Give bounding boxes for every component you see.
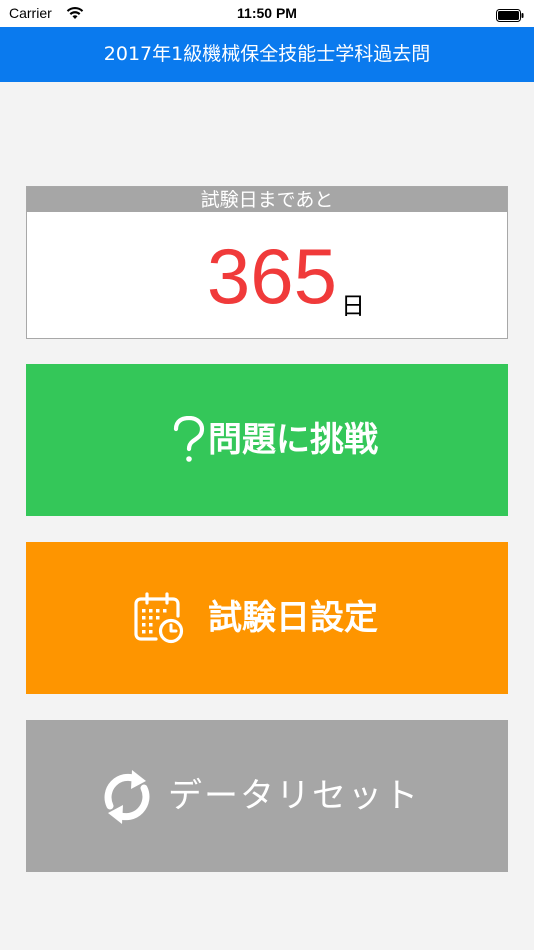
- refresh-icon: [100, 766, 154, 832]
- countdown-unit: 日: [341, 292, 365, 320]
- countdown-days: 365: [206, 232, 338, 320]
- page-title: 2017年1級機械保全技能士学科過去問: [103, 43, 431, 65]
- challenge-button-label: 問題に挑戦: [208, 420, 378, 460]
- exam-date-setting-button[interactable]: 試験日設定: [26, 542, 508, 694]
- countdown-card: 試験日まであと 365 日: [26, 186, 508, 339]
- calendar-clock-icon: [134, 592, 184, 648]
- data-reset-button[interactable]: データリセット: [26, 720, 508, 872]
- navigation-bar: 2017年1級機械保全技能士学科過去問: [0, 27, 534, 82]
- challenge-button[interactable]: 問題に挑戦: [26, 364, 508, 516]
- status-time: 11:50 PM: [237, 5, 297, 21]
- battery-icon: [496, 7, 524, 26]
- data-reset-label: データリセット: [168, 776, 420, 816]
- countdown-header: 試験日まであと: [27, 187, 507, 212]
- exam-date-setting-label: 試験日設定: [208, 598, 378, 638]
- question-mark-icon: [172, 415, 206, 468]
- status-bar: Carrier 11:50 PM: [0, 0, 534, 27]
